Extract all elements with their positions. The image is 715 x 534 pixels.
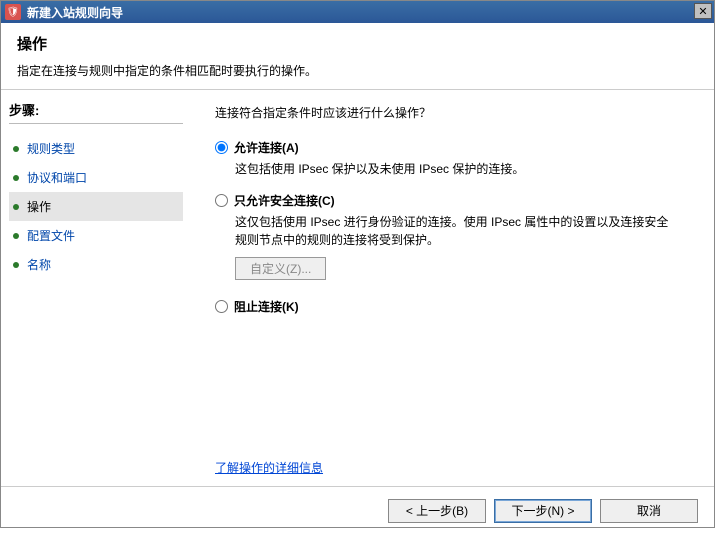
step-action[interactable]: 操作 [9,192,183,221]
radio-allow-secure[interactable] [215,194,228,207]
bullet-icon [13,233,19,239]
close-button[interactable]: ✕ [694,3,712,19]
option-allow: 允许连接(A) 这包括使用 IPsec 保护以及未使用 IPsec 保护的连接。 [215,139,690,178]
radio-block[interactable] [215,300,228,313]
content-pane: 连接符合指定条件时应该进行什么操作？ 允许连接(A) 这包括使用 IPsec 保… [191,90,714,486]
step-label: 操作 [27,198,51,215]
step-profile[interactable]: 配置文件 [9,221,183,250]
bullet-icon [13,146,19,152]
option-block-label: 阻止连接(K) [234,298,299,315]
option-allow-secure-label: 只允许安全连接(C) [234,192,335,209]
step-label: 协议和端口 [27,169,87,186]
option-allow-secure-row[interactable]: 只允许安全连接(C) [215,192,690,209]
steps-heading: 步骤: [9,100,183,119]
step-label: 名称 [27,256,51,273]
option-allow-row[interactable]: 允许连接(A) [215,139,690,156]
page-subtitle: 指定在连接与规则中指定的条件相匹配时要执行的操作。 [17,62,698,79]
customize-button: 自定义(Z)... [235,257,326,280]
bullet-icon [13,175,19,181]
page-title: 操作 [17,33,698,54]
option-allow-secure-desc: 这仅包括使用 IPsec 进行身份验证的连接。使用 IPsec 属性中的设置以及… [235,213,675,249]
titlebar: 🛡 新建入站规则向导 ✕ [1,1,714,23]
step-protocol-port[interactable]: 协议和端口 [9,163,183,192]
option-allow-secure: 只允许安全连接(C) 这仅包括使用 IPsec 进行身份验证的连接。使用 IPs… [215,192,690,284]
option-allow-label: 允许连接(A) [234,139,299,156]
wizard-footer: < 上一步(B) 下一步(N) > 取消 [1,486,714,534]
bullet-icon [13,262,19,268]
bullet-icon [13,204,19,210]
window-title: 新建入站规则向导 [27,4,123,21]
radio-allow[interactable] [215,141,228,154]
option-allow-desc: 这包括使用 IPsec 保护以及未使用 IPsec 保护的连接。 [235,160,675,178]
app-icon: 🛡 [5,4,21,20]
next-button[interactable]: 下一步(N) > [494,499,592,523]
step-rule-type[interactable]: 规则类型 [9,134,183,163]
learn-more-link[interactable]: 了解操作的详细信息 [215,459,323,476]
option-block: 阻止连接(K) [215,298,690,315]
steps-sidebar: 步骤: 规则类型 协议和端口 操作 配置文件 名称 [1,90,191,486]
close-icon: ✕ [698,5,707,18]
back-button[interactable]: < 上一步(B) [388,499,486,523]
step-label: 配置文件 [27,227,75,244]
cancel-button[interactable]: 取消 [600,499,698,523]
wizard-header: 操作 指定在连接与规则中指定的条件相匹配时要执行的操作。 [1,23,714,89]
question-text: 连接符合指定条件时应该进行什么操作？ [215,104,690,121]
option-block-row[interactable]: 阻止连接(K) [215,298,690,315]
step-name[interactable]: 名称 [9,250,183,279]
step-label: 规则类型 [27,140,75,157]
